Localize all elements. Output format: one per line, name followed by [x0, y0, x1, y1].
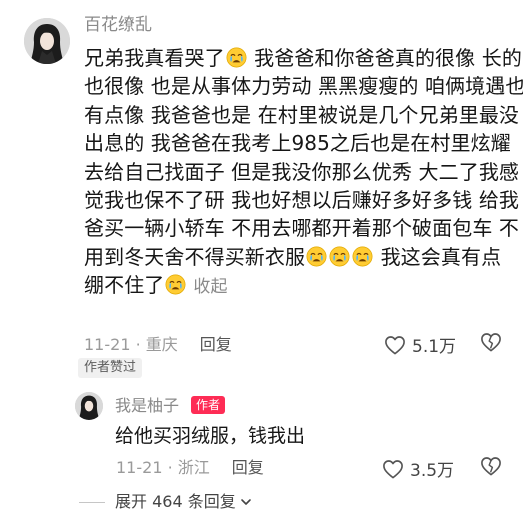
comment-text: 兄弟我真看哭了 我爸爸和你爸爸真的很像 长的 也很像 也是从事体力劳动 黑黑瘦瘦的… [84, 44, 523, 300]
comment-text-run: 绷不住了 [84, 273, 165, 298]
reply-like-button[interactable]: 3.5万 [382, 456, 454, 481]
commenter-avatar[interactable] [24, 18, 70, 64]
comment-text-run: 我这会真有点 [374, 244, 502, 269]
reply-reply-button[interactable]: 回复 [232, 458, 264, 477]
crying-face-icon [165, 274, 186, 295]
comment-text-run: 有点像 我爸爸也是 在村里被说是几个兄弟里最没 [84, 102, 520, 127]
reply-like-count: 3.5万 [410, 461, 455, 481]
heart-outline-icon [385, 335, 405, 354]
reply-button[interactable]: 回复 [200, 335, 232, 354]
reply-avatar[interactable] [75, 392, 103, 420]
comment-line: 出息的 我爸爸在我考上985之后也是在村里炫耀 [84, 129, 514, 157]
comment-line: 有点像 我爸爸也是 在村里被说是几个兄弟里最没 [84, 101, 519, 129]
heart-outline-icon [383, 459, 403, 478]
comment-line: 爸买一辆小轿车 不用去哪都开着那个破面包车 不 [84, 214, 519, 242]
commenter-username[interactable]: 百花缭乱 [84, 15, 152, 35]
comment-text-run: 觉我也保不了研 我也好想以后赚好多好多钱 给我 [84, 187, 520, 212]
comment-location: 重庆 [145, 335, 178, 354]
author-liked-tag: 作者赞过 [78, 358, 143, 378]
comment-text-run: 去给自己找面子 但是我没你那么优秀 大二了我感 [84, 159, 520, 184]
expand-replies-label: 展开 464 条回复 [115, 492, 236, 511]
crying-face-icon [226, 47, 247, 68]
reply-dislike-button[interactable] [480, 456, 502, 480]
comment-line: 兄弟我真看哭了 我爸爸和你爸爸真的很像 长的 [84, 44, 522, 72]
comment-line: 去给自己找面子 但是我没你那么优秀 大二了我感 [84, 158, 519, 186]
comment-text-run: 出息的 我爸爸在我考上985之后也是在村里炫耀 [84, 131, 511, 156]
comment-line: 用到冬天舍不得买新衣服 我这会真有点 [84, 243, 514, 271]
comment-line: 绷不住了 收起 [84, 271, 514, 299]
expand-divider [79, 501, 105, 503]
broken-heart-outline-icon [481, 457, 501, 476]
reply-date: 11-21 [116, 458, 163, 477]
comment-meta: 11-21 · 重庆 回复 [84, 335, 232, 354]
comment-text-run: 用到冬天舍不得买新衣服 [84, 244, 306, 269]
comment-line: 觉我也保不了研 我也好想以后赚好多好多钱 给我 [84, 186, 519, 214]
comment-date: 11-21 [84, 335, 131, 354]
like-count: 5.1万 [412, 337, 457, 357]
comment-text-run: 也很像 也是从事体力劳动 黑黑瘦瘦的 咱俩境遇也 [84, 74, 523, 99]
author-badge: 作者 [191, 396, 226, 414]
broken-heart-outline-icon [481, 333, 501, 352]
reply-text: 给他买羽绒服，钱我出 [115, 425, 306, 447]
comment-text-run: 我爸爸和你爸爸真的很像 长的 [247, 46, 522, 70]
reply-location: 浙江 [177, 458, 210, 477]
comment-text-run: 爸买一辆小轿车 不用去哪都开着那个破面包车 不 [84, 216, 520, 241]
crying-face-icon [352, 246, 373, 267]
like-button[interactable]: 5.1万 [384, 332, 456, 357]
dislike-button[interactable] [480, 332, 502, 356]
crying-face-icon [306, 246, 327, 267]
crying-face-icon [329, 246, 350, 267]
expand-replies-button[interactable]: 展开 464 条回复 [79, 492, 252, 512]
comment-line: 也很像 也是从事体力劳动 黑黑瘦瘦的 咱俩境遇也 [84, 72, 523, 100]
collapse-button[interactable]: 收起 [193, 277, 227, 297]
comment-text-run: 兄弟我真看哭了 [84, 46, 225, 70]
reply-username[interactable]: 我是柚子 [115, 396, 179, 416]
reply-meta: 11-21 · 浙江 回复 [116, 458, 264, 477]
chevron-down-icon [240, 499, 251, 505]
